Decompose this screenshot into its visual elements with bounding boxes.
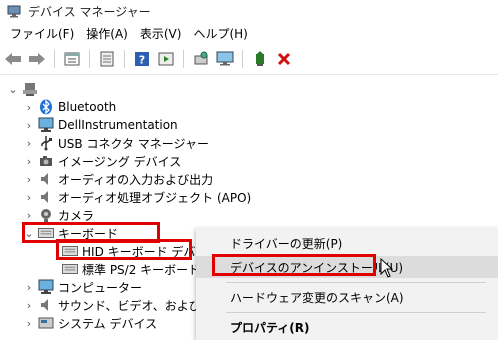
keyboard-icon [62, 243, 78, 259]
add-driver-icon[interactable] [249, 48, 271, 70]
scan-icon[interactable] [190, 48, 212, 70]
back-arrow-icon[interactable] [2, 48, 24, 70]
system-device-icon [38, 315, 54, 331]
context-item-label: ハードウェア変更のスキャン(A) [230, 290, 404, 305]
help-icon[interactable]: ? [131, 48, 153, 70]
speaker-icon [38, 171, 54, 187]
tree-item-label: コンピューター [58, 280, 143, 295]
chevron-down-icon[interactable]: ⌄ [22, 226, 36, 240]
tree-item-label: オーディオの入力および出力 [58, 172, 214, 187]
update-icon[interactable] [96, 48, 118, 70]
chevron-right-icon[interactable]: › [22, 316, 36, 330]
computer-icon [38, 279, 54, 295]
tree-item-label: イメージング デバイス [58, 154, 182, 169]
title-bar: デバイス マネージャー [0, 0, 498, 22]
chevron-right-icon[interactable]: › [22, 100, 36, 114]
chevron-right-icon[interactable]: › [22, 154, 36, 168]
chevron-right-icon[interactable]: › [22, 136, 36, 150]
menu-view[interactable]: 表示(V) [134, 24, 188, 44]
bluetooth-icon [38, 99, 54, 115]
context-item-label: ドライバーの更新(P) [230, 236, 343, 251]
context-item-scan-hardware[interactable]: ハードウェア変更のスキャン(A) [196, 286, 498, 308]
tree-item-system-devices[interactable]: › システム デバイス [22, 314, 157, 332]
tree-item-label: システム デバイス [58, 316, 158, 331]
forward-arrow-icon[interactable] [26, 48, 48, 70]
keyboard-icon [38, 225, 54, 241]
toolbar-separator [124, 50, 125, 68]
toolbar-separator [54, 50, 55, 68]
toolbar: ? [0, 46, 498, 72]
toolbar-separator [183, 50, 184, 68]
context-item-update-driver[interactable]: ドライバーの更新(P) [196, 232, 498, 254]
tree-item-ps2-keyboard[interactable]: 標準 PS/2 キーボード [60, 260, 200, 278]
menu-file[interactable]: ファイル(F) [4, 24, 80, 44]
tree-item-keyboard[interactable]: ⌄ キーボード [22, 224, 118, 242]
speaker-icon [38, 189, 54, 205]
device-manager-icon [6, 3, 22, 19]
context-item-properties[interactable]: プロパティ(R) [196, 316, 498, 338]
tree-item-label: Bluetooth [58, 100, 117, 114]
menu-action[interactable]: 操作(A) [80, 24, 134, 44]
toolbar-separator [242, 50, 243, 68]
menu-bar: ファイル(F) 操作(A) 表示(V) ヘルプ(H) [0, 24, 498, 44]
tree-item-label: 標準 PS/2 キーボード [82, 262, 201, 277]
chevron-right-icon[interactable]: › [22, 190, 36, 204]
chevron-right-icon[interactable]: › [22, 172, 36, 186]
action-icon[interactable] [155, 48, 177, 70]
tree-item-label: USB コネクタ マネージャー [58, 136, 209, 151]
tree-item-apo[interactable]: › オーディオ処理オブジェクト (APO) [22, 188, 251, 206]
speaker-icon [38, 297, 54, 313]
window-title: デバイス マネージャー [28, 4, 151, 19]
tree-item-usb-connector[interactable]: › USB コネクタ マネージャー [22, 134, 209, 152]
tree-root[interactable]: ⌄ [6, 80, 42, 98]
toolbar-separator [89, 50, 90, 68]
chevron-right-icon[interactable]: › [22, 118, 36, 132]
uninstall-x-icon[interactable] [273, 48, 295, 70]
usb-icon [38, 135, 54, 151]
tree-item-dellinstrumentation[interactable]: › DellInstrumentation [22, 116, 178, 134]
context-item-uninstall-device[interactable]: デバイスのアンインストール(U) [196, 256, 498, 278]
chevron-down-icon[interactable]: ⌄ [6, 82, 20, 96]
context-separator [226, 312, 486, 313]
toolbar-divider [0, 74, 498, 75]
context-separator [226, 282, 486, 283]
tree-item-computer[interactable]: › コンピューター [22, 278, 142, 296]
keyboard-icon [62, 261, 78, 277]
chevron-right-icon[interactable]: › [22, 208, 36, 222]
properties-icon[interactable] [61, 48, 83, 70]
tree-item-bluetooth[interactable]: › Bluetooth [22, 98, 116, 116]
tree-item-label: オーディオ処理オブジェクト (APO) [58, 190, 252, 205]
mouse-cursor-icon [380, 257, 394, 278]
tree-item-audio-io[interactable]: › オーディオの入力および出力 [22, 170, 213, 188]
chevron-right-icon[interactable]: › [22, 280, 36, 294]
tree-item-imaging[interactable]: › イメージング デバイス [22, 152, 181, 170]
monitor-icon[interactable] [214, 48, 236, 70]
svg-text:?: ? [139, 54, 145, 67]
computer-root-icon [22, 81, 38, 97]
context-item-label: デバイスのアンインストール(U) [230, 260, 404, 275]
webcam-icon [38, 207, 54, 223]
context-item-label: プロパティ(R) [230, 320, 310, 335]
menu-help[interactable]: ヘルプ(H) [187, 24, 253, 44]
context-menu: ドライバーの更新(P) デバイスのアンインストール(U) ハードウェア変更のスキ… [196, 228, 498, 340]
monitor-icon [38, 117, 54, 133]
tree-item-label: カメラ [58, 208, 95, 223]
tree-item-label: DellInstrumentation [58, 118, 178, 132]
camera-device-icon [38, 153, 54, 169]
tree-item-label: キーボード [58, 226, 119, 241]
chevron-right-icon[interactable]: › [22, 298, 36, 312]
tree-item-camera[interactable]: › カメラ [22, 206, 94, 224]
